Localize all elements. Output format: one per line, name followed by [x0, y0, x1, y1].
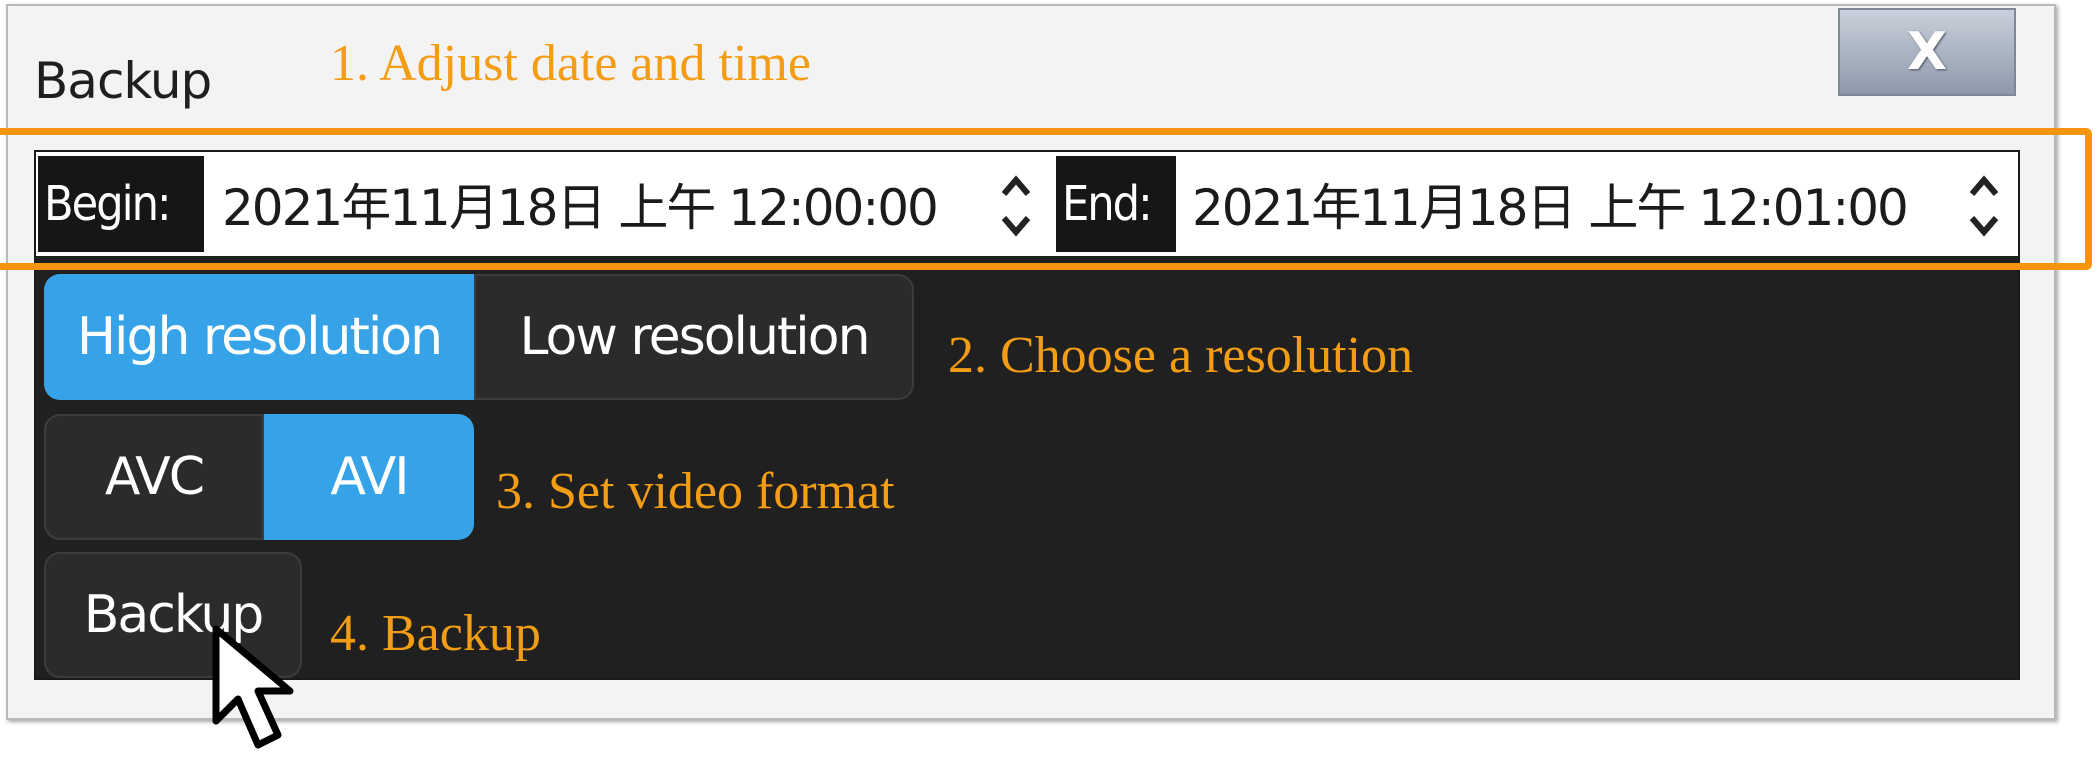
- high-resolution-button[interactable]: High resolution: [44, 274, 474, 400]
- date-highlight-box: [0, 128, 2092, 270]
- low-resolution-button[interactable]: Low resolution: [474, 274, 914, 400]
- avi-format-button[interactable]: AVI: [264, 414, 474, 540]
- avc-format-button[interactable]: AVC: [44, 414, 264, 540]
- annotation-step3: 3. Set video format: [496, 463, 895, 520]
- annotation-step4: 4. Backup: [330, 605, 541, 662]
- dialog-title: Backup: [34, 52, 212, 110]
- annotation-step2: 2. Choose a resolution: [948, 327, 1414, 384]
- mouse-pointer-icon: [212, 625, 294, 749]
- close-button[interactable]: X: [1838, 8, 2016, 96]
- annotation-step1: 1. Adjust date and time: [330, 35, 811, 92]
- close-icon: X: [1906, 22, 1948, 82]
